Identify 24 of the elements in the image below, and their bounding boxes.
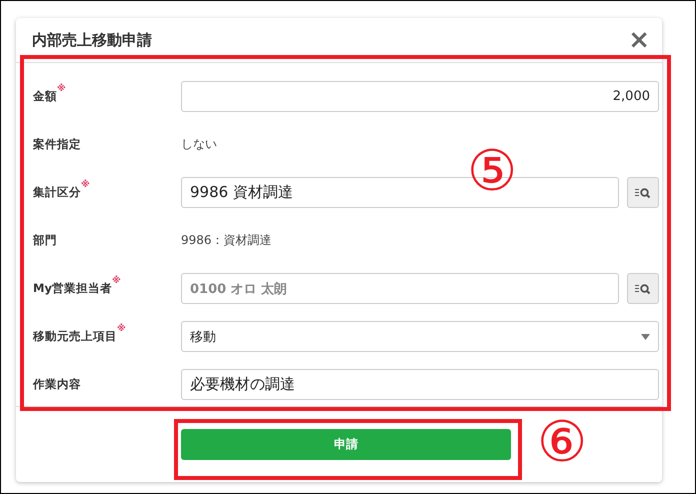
field-label: 案件指定 (33, 137, 81, 152)
required-mark: ※ (57, 84, 66, 94)
list-search-icon (635, 186, 651, 198)
dialog-title: 内部売上移動申請 (32, 30, 152, 50)
search-button[interactable] (627, 177, 659, 208)
list-search-icon (635, 282, 651, 294)
field-value: 9986：資材調達 (181, 232, 272, 249)
input-field[interactable]: 必要機材の調達 (181, 369, 659, 400)
required-mark: ※ (117, 324, 126, 334)
field-label: 部門 (33, 233, 57, 248)
field-label: 金額 (33, 89, 57, 104)
field-label: My営業担当者 (33, 281, 112, 296)
field-label: 移動元売上項目 (33, 329, 117, 344)
field-label: 集計区分 (33, 185, 81, 200)
search-button[interactable] (627, 273, 659, 304)
step-number: ⑥ (537, 415, 588, 471)
caret-icon (641, 334, 650, 340)
input-field[interactable]: 2,000 (181, 81, 659, 112)
select-field[interactable]: 移動 (181, 321, 659, 352)
field-label: 作業内容 (33, 377, 81, 392)
required-mark: ※ (112, 276, 121, 286)
required-mark: ※ (81, 180, 90, 190)
close-button[interactable]: × (624, 27, 654, 53)
field-value: しない (181, 136, 217, 153)
